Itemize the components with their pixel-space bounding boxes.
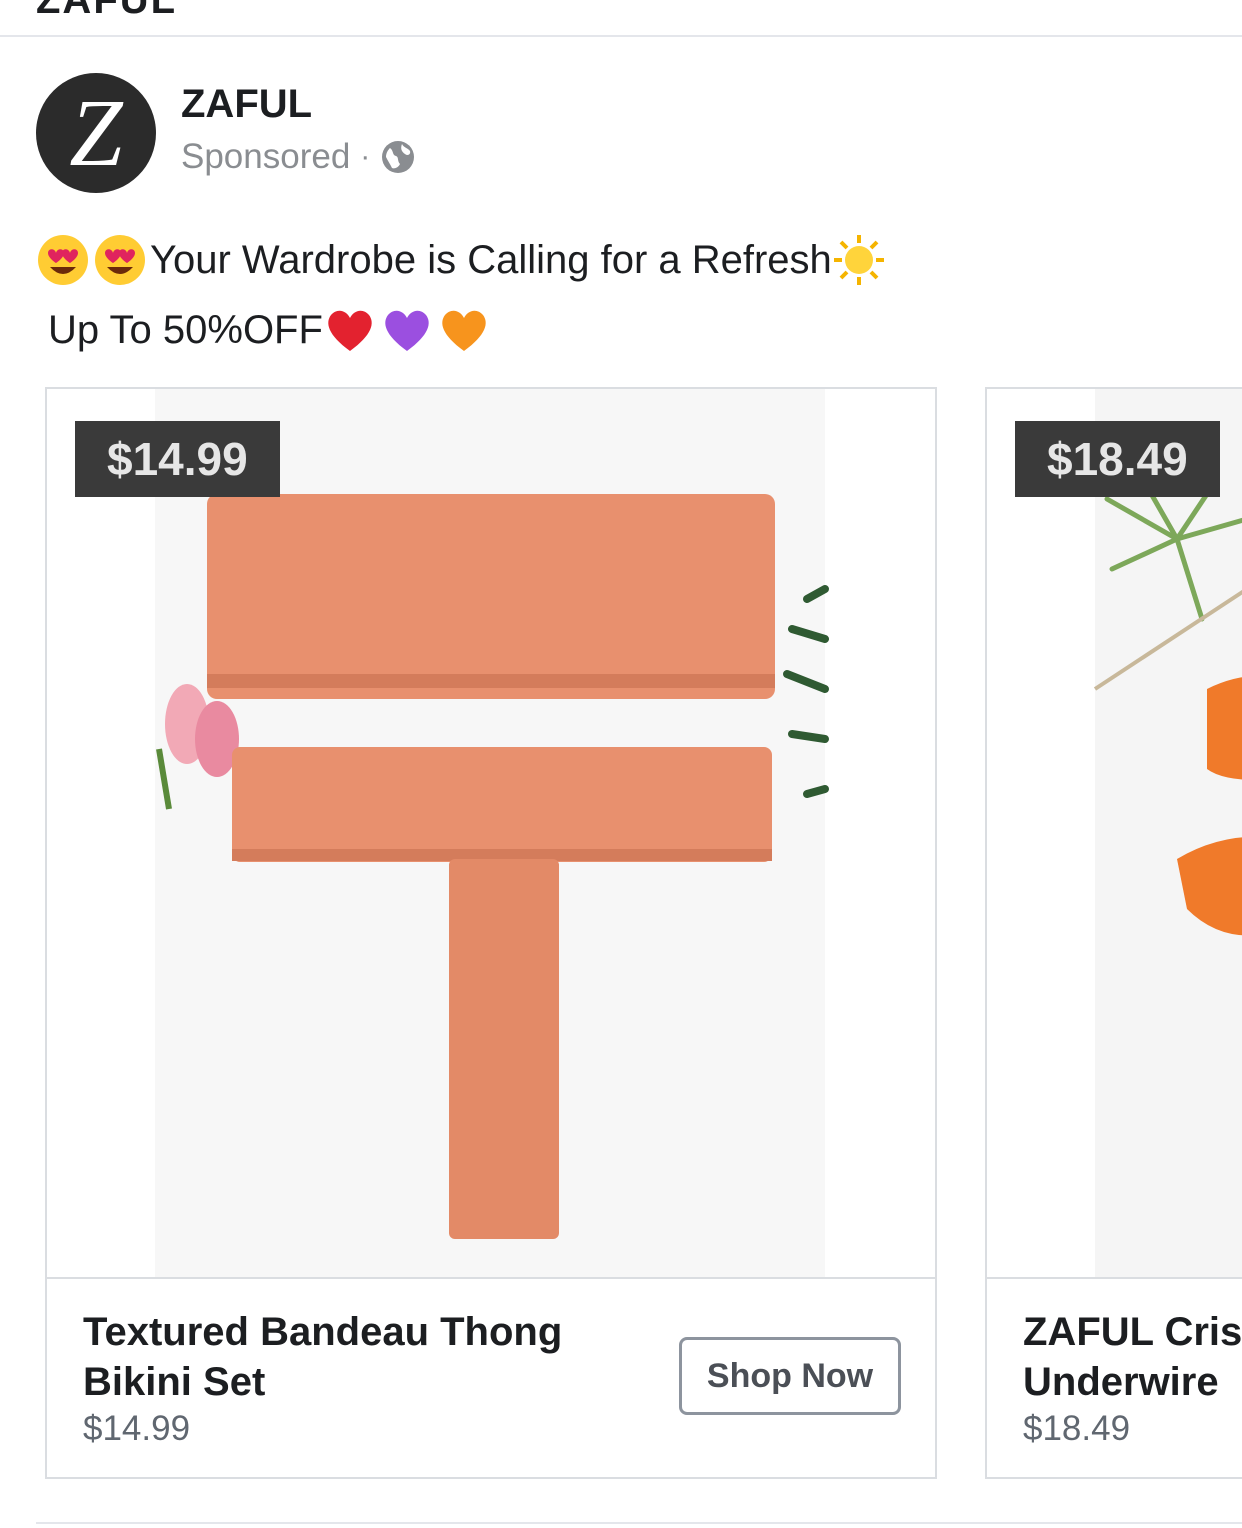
previous-post-tail-text: ZAFUL (36, 0, 178, 22)
product-title-line-1: ZAFUL Cris (1023, 1310, 1242, 1354)
post-divider (0, 35, 1242, 37)
page-avatar[interactable]: Z (36, 73, 156, 193)
red-heart-emoji-icon (328, 310, 372, 351)
price-badge: $18.49 (1015, 421, 1220, 497)
bikini-illustration (156, 494, 829, 1239)
product-title-line-2: Underwire (1023, 1360, 1219, 1404)
sun-emoji-icon (833, 235, 884, 285)
product-price: $18.49 (1023, 1409, 1131, 1448)
product-image[interactable]: $18.49 (987, 389, 1242, 1277)
carousel-card[interactable]: $14.99 Textured Bandeau Thong Bikini Set… (45, 387, 937, 1479)
meta-separator: · (360, 140, 371, 173)
purple-heart-emoji-icon (385, 310, 429, 351)
orange-heart-emoji-icon (442, 310, 486, 351)
avatar-logo-letter: Z (69, 79, 123, 186)
page-name[interactable]: ZAFUL (181, 82, 312, 127)
globe-icon[interactable] (380, 139, 416, 175)
product-title[interactable]: ZAFUL Cris Underwire (1023, 1307, 1242, 1407)
carousel-card[interactable]: $18.49 ZAFUL Cris Underwire $18.49 (985, 387, 1242, 1479)
caption-text-1: Your Wardrobe is Calling for a Refresh (150, 238, 832, 282)
swimsuit-illustration (1093, 466, 1242, 936)
card-footer: Textured Bandeau Thong Bikini Set $14.99… (47, 1277, 935, 1477)
heart-eyes-emoji-icon (95, 235, 145, 285)
product-image[interactable]: $14.99 (47, 389, 935, 1277)
caption-line-2: Up To 50%OFF (36, 295, 889, 365)
post-bottom-divider (36, 1522, 1242, 1524)
heart-eyes-emoji-icon (38, 235, 88, 285)
caption-line-1: Your Wardrobe is Calling for a Refresh (36, 225, 889, 295)
price-badge: $14.99 (75, 421, 280, 497)
post-caption: Your Wardrobe is Calling for a Refresh U… (36, 225, 889, 365)
product-price: $14.99 (83, 1409, 191, 1448)
shop-now-button[interactable]: Shop Now (679, 1337, 901, 1415)
post-meta: Sponsored · (181, 137, 416, 177)
caption-text-2: Up To 50%OFF (48, 308, 323, 352)
product-title[interactable]: Textured Bandeau Thong Bikini Set (83, 1307, 643, 1407)
card-footer: ZAFUL Cris Underwire $18.49 (987, 1277, 1242, 1477)
sponsored-label[interactable]: Sponsored (181, 137, 350, 177)
